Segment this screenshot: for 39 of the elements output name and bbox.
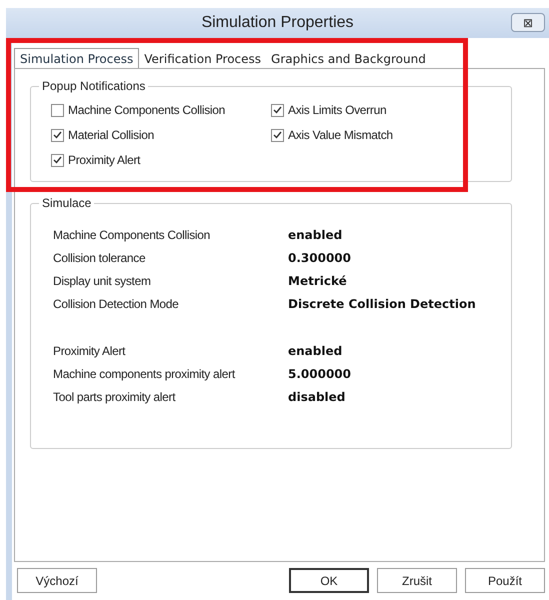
tab[interactable]: Graphics and Background: [266, 50, 431, 68]
dialog-button[interactable]: Zrušit: [377, 568, 457, 593]
property-label: Tool parts proximity alert: [53, 388, 176, 406]
checkmark-icon: [53, 156, 62, 164]
tab[interactable]: Simulation Process: [14, 48, 140, 68]
checkmark-icon: [273, 131, 282, 139]
property-label: Display unit system: [53, 272, 152, 290]
group-title: Popup Notifications: [41, 78, 146, 95]
tab[interactable]: Verification Process: [139, 50, 266, 68]
dialog-button[interactable]: OK: [289, 568, 369, 593]
property-label: Machine Components Collision: [53, 226, 212, 244]
checkbox-label: Proximity Alert: [68, 152, 140, 169]
property-value: enabled: [288, 226, 342, 244]
group-title: Simulace: [41, 195, 92, 212]
property-value: Metrické: [288, 272, 347, 290]
checkbox-label: Axis Limits Overrun: [288, 102, 386, 119]
property-value: Discrete Collision Detection: [288, 296, 476, 312]
checkbox[interactable]: [51, 128, 64, 142]
checkbox-label: Axis Value Mismatch: [288, 127, 393, 144]
checkbox[interactable]: [271, 104, 284, 116]
checkmark-icon: [53, 131, 62, 139]
dialog-button[interactable]: Výchozí: [17, 568, 97, 593]
checkbox[interactable]: [51, 104, 64, 116]
property-label: Machine components proximity alert: [53, 366, 236, 382]
checkmark-icon: [273, 106, 282, 114]
checkbox-label: Material Collision: [68, 127, 154, 144]
close-button[interactable]: ⊠: [511, 13, 545, 32]
property-value: enabled: [288, 342, 342, 360]
property-value: 5.000000: [288, 366, 352, 382]
checkbox-label: Machine Components Collision: [68, 102, 226, 119]
property-label: Collision tolerance: [53, 250, 146, 266]
window-title: Simulation Properties: [201, 13, 354, 33]
property-value: 0.300000: [288, 250, 352, 266]
dialog-button[interactable]: Použít: [465, 568, 545, 593]
property-label: Proximity Alert: [53, 342, 126, 360]
property-value: disabled: [288, 388, 346, 406]
checkbox[interactable]: [51, 154, 64, 166]
property-label: Collision Detection Mode: [53, 296, 180, 312]
checkbox[interactable]: [271, 128, 284, 142]
